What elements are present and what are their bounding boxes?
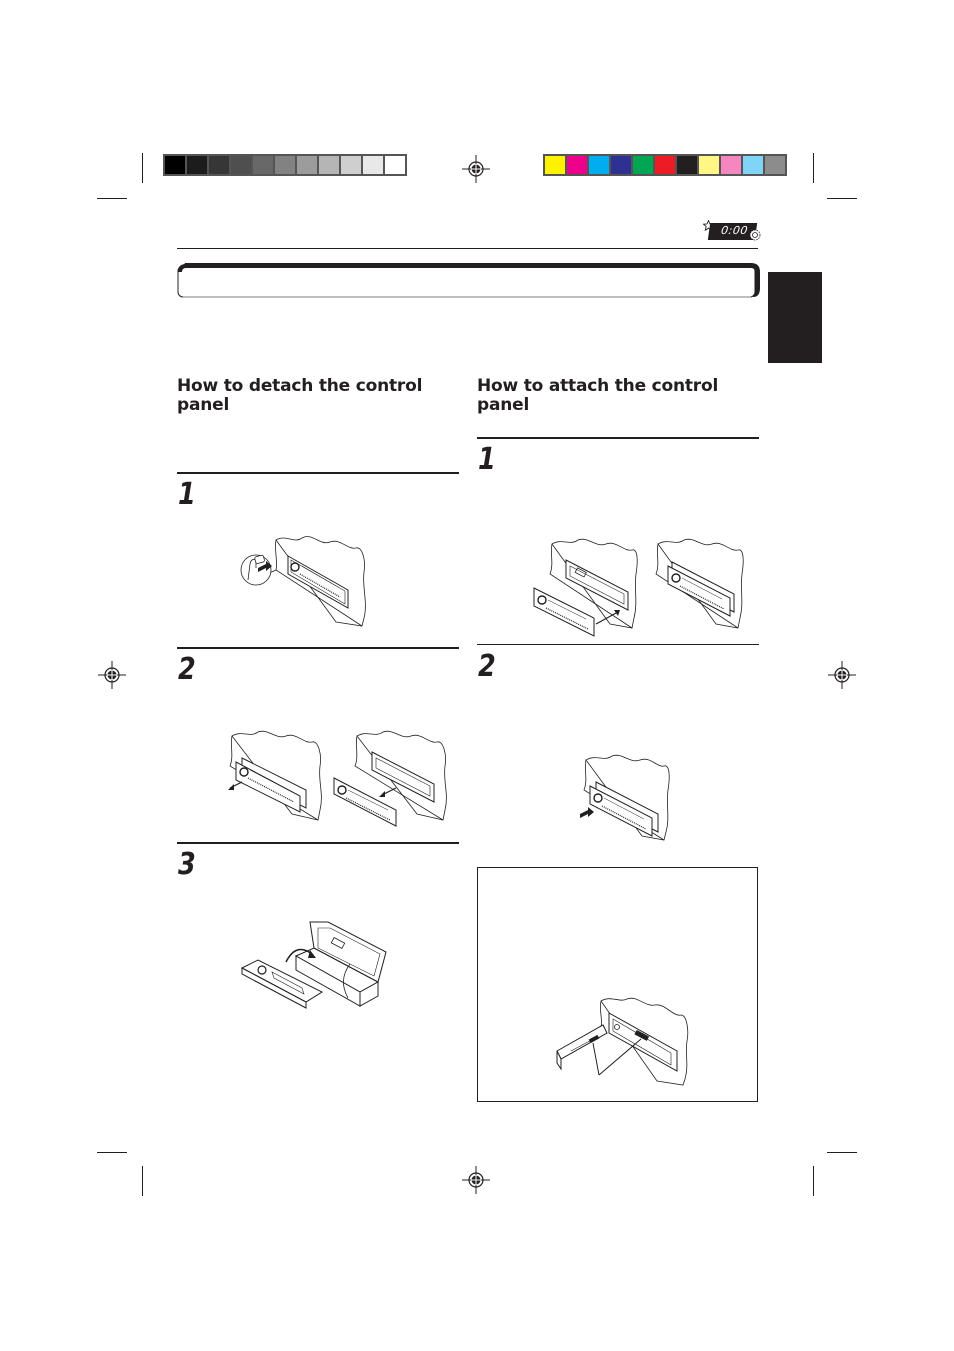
left-step-1-rule xyxy=(177,472,459,474)
left-step-3-rule xyxy=(177,842,459,844)
registration-mark-left xyxy=(98,661,126,689)
pull-out-panel-illustration xyxy=(228,730,447,827)
crop-mark-bottom-right-vertical xyxy=(813,1166,814,1196)
left-step-3-number: 3 xyxy=(178,847,196,882)
press-panel-in-illustration xyxy=(580,754,670,841)
registration-mark-right xyxy=(828,661,856,689)
process-swatch-7 xyxy=(677,156,697,174)
grayscale-swatch-7 xyxy=(297,156,317,174)
grayscale-swatch-5 xyxy=(253,156,273,174)
process-swatch-10 xyxy=(743,156,763,174)
right-step-1-number: 1 xyxy=(478,442,496,477)
clock-display-text: 0:00 xyxy=(720,224,749,237)
insert-panel-illustration xyxy=(533,538,744,637)
press-release-button-illustration xyxy=(240,536,366,627)
registration-mark-top xyxy=(462,155,490,183)
crop-mark-top-left-vertical xyxy=(142,153,143,183)
grayscale-swatch-8 xyxy=(319,156,339,174)
grayscale-swatch-10 xyxy=(363,156,383,174)
header-icon-cluster: 0:00 xyxy=(703,220,763,242)
right-step-2-rule xyxy=(477,644,759,645)
grayscale-swatch-11 xyxy=(385,156,405,174)
gear-icon xyxy=(749,229,761,241)
header-rule xyxy=(177,248,758,249)
crop-mark-top-left-horizontal xyxy=(97,198,127,199)
right-step-1-rule xyxy=(477,437,759,439)
grayscale-swatch-2 xyxy=(187,156,207,174)
process-swatch-2 xyxy=(567,156,587,174)
crop-mark-bottom-left-horizontal xyxy=(97,1152,127,1153)
process-swatch-3 xyxy=(589,156,609,174)
left-step-2-number: 2 xyxy=(178,652,196,687)
detach-heading: How to detach the control panel xyxy=(177,376,423,415)
connector-terminals-illustration xyxy=(556,997,689,1086)
process-swatch-11 xyxy=(765,156,785,174)
process-swatch-9 xyxy=(721,156,741,174)
crop-mark-top-right-vertical xyxy=(813,153,814,183)
page-title-bar xyxy=(177,262,760,298)
put-panel-in-case-illustration xyxy=(240,921,387,1009)
process-swatch-4 xyxy=(611,156,631,174)
language-side-tab xyxy=(768,272,822,363)
grayscale-swatch-3 xyxy=(209,156,229,174)
left-step-1-number: 1 xyxy=(178,477,196,512)
grayscale-swatch-1 xyxy=(165,156,185,174)
process-swatch-8 xyxy=(699,156,719,174)
process-swatch-1 xyxy=(545,156,565,174)
crop-mark-top-right-horizontal xyxy=(827,198,857,199)
grayscale-color-bar xyxy=(163,154,407,176)
right-step-2-number: 2 xyxy=(478,649,496,684)
grayscale-swatch-6 xyxy=(275,156,295,174)
process-swatch-5 xyxy=(633,156,653,174)
note-box xyxy=(477,867,758,1102)
registration-mark-bottom xyxy=(462,1166,490,1194)
grayscale-swatch-9 xyxy=(341,156,361,174)
crop-mark-bottom-right-horizontal xyxy=(827,1152,857,1153)
grayscale-swatch-4 xyxy=(231,156,251,174)
attach-heading: How to attach the control panel xyxy=(477,376,719,415)
process-color-bar xyxy=(543,154,787,176)
left-step-2-rule xyxy=(177,647,459,649)
process-swatch-6 xyxy=(655,156,675,174)
crop-mark-bottom-left-vertical xyxy=(142,1166,143,1196)
